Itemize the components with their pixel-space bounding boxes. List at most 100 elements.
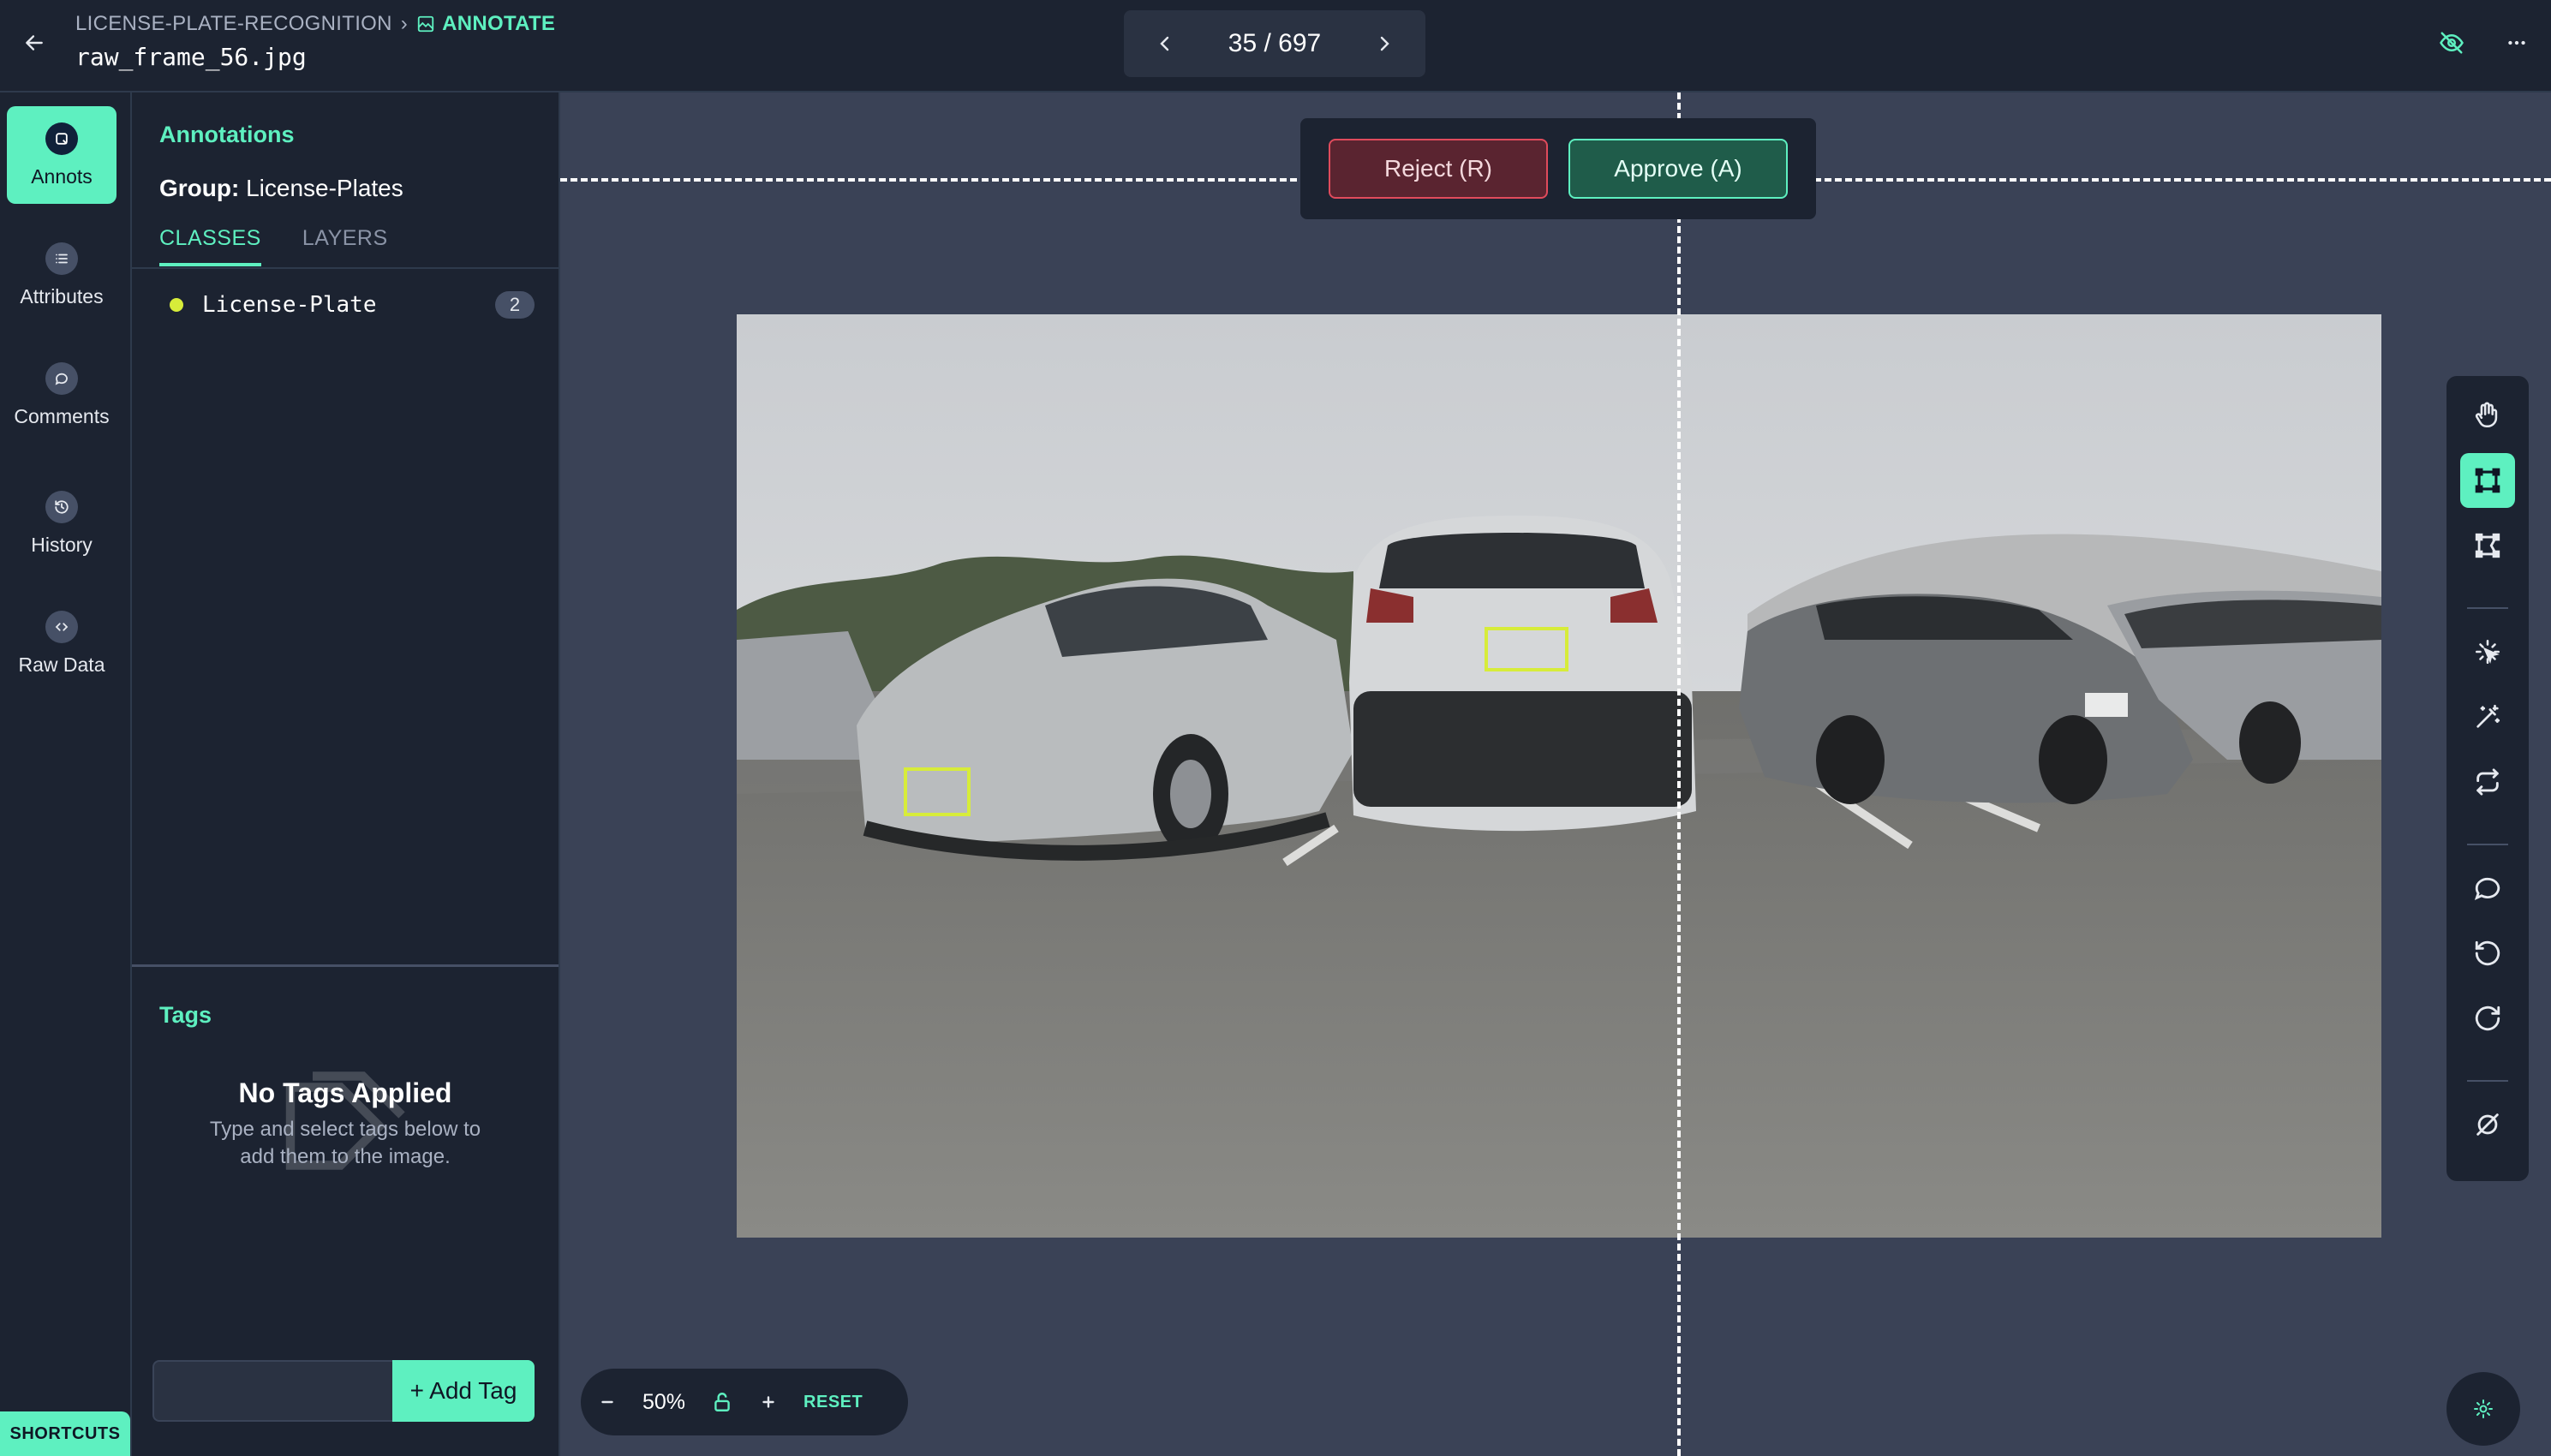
tags-title: Tags	[159, 1002, 212, 1028]
panel-tabs: CLASSES LAYERS	[159, 226, 388, 266]
smart-select-tool[interactable]	[2460, 624, 2515, 679]
zoom-level: 50%	[642, 1389, 686, 1414]
empty-heading: No Tags Applied	[238, 1077, 452, 1108]
nav-item-history[interactable]: History	[7, 474, 116, 572]
shortcuts-button[interactable]: SHORTCUTS	[0, 1411, 130, 1456]
approve-button[interactable]: Approve (A)	[1568, 139, 1788, 199]
empty-text: Type and select tags below to add them t…	[209, 1118, 481, 1168]
bounding-box-tool[interactable]	[2460, 453, 2515, 508]
annotation-canvas[interactable]: Reject (R) Approve (A) 50% RESET	[560, 92, 2551, 1456]
image-viewport[interactable]	[737, 314, 2381, 1238]
divider	[2467, 1080, 2508, 1082]
crosshair-vertical	[1677, 92, 1681, 1456]
annotations-panel: Annotations Group: License-Plates CLASSE…	[132, 92, 560, 1456]
chevron-left-icon	[1160, 36, 1169, 51]
divider	[132, 267, 559, 269]
zoom-in-button[interactable]	[759, 1393, 778, 1411]
tags-empty-state: No Tags Applied Type and select tags bel…	[132, 1071, 559, 1171]
unlock-icon	[714, 1393, 730, 1411]
class-color-dot	[170, 298, 183, 312]
divider	[2467, 844, 2508, 845]
bounding-box-license-plate[interactable]	[1485, 627, 1568, 671]
nav-item-comments[interactable]: Comments	[7, 346, 116, 444]
breadcrumb: LICENSE-PLATE-RECOGNITION › ANNOTATE	[75, 12, 555, 36]
tool-palette	[2446, 376, 2529, 1181]
breadcrumb-mode-label: ANNOTATE	[442, 12, 556, 35]
polygon-tool[interactable]	[2460, 518, 2515, 573]
review-bar: Reject (R) Approve (A)	[1300, 118, 1816, 219]
panel-title: Annotations	[159, 122, 295, 147]
more-horizontal-icon	[2508, 40, 2525, 45]
plus-icon	[762, 1396, 774, 1408]
left-nav: Annots Attributes Comments History Raw D…	[0, 92, 132, 1456]
next-image-button[interactable]	[1367, 27, 1401, 61]
top-right-actions	[2435, 26, 2534, 60]
breadcrumb-mode: ANNOTATE	[416, 12, 555, 36]
nav-item-label: Annots	[31, 164, 93, 188]
nav-item-label: Attributes	[20, 284, 104, 307]
annotate-icon	[417, 15, 434, 33]
class-count-badge: 2	[495, 291, 535, 319]
polygon-box-icon	[2475, 533, 2500, 558]
undo-icon	[2475, 940, 2500, 966]
nav-item-raw-data[interactable]: Raw Data	[7, 594, 116, 692]
settings-button[interactable]	[2446, 1372, 2520, 1446]
nav-item-label: Comments	[14, 404, 110, 427]
back-button[interactable]	[17, 26, 51, 60]
tab-classes[interactable]: CLASSES	[159, 226, 261, 266]
zoom-controls: 50% RESET	[581, 1369, 908, 1435]
zoom-out-button[interactable]	[598, 1393, 617, 1411]
hide-icon	[2476, 1113, 2499, 1136]
divider	[2467, 607, 2508, 609]
annotation-icon	[45, 122, 78, 155]
arrow-left-icon	[26, 35, 43, 51]
parking-lot-photo	[737, 314, 2381, 1238]
undo-button[interactable]	[2460, 926, 2515, 981]
comment-tool[interactable]	[2460, 861, 2515, 916]
redo-icon	[2475, 1005, 2500, 1031]
magic-wand-tool[interactable]	[2460, 689, 2515, 744]
settings-sun-icon	[2474, 1399, 2493, 1418]
redo-button[interactable]	[2460, 991, 2515, 1046]
reject-button[interactable]: Reject (R)	[1329, 139, 1548, 199]
group-label: Group:	[159, 175, 240, 201]
list-icon	[45, 242, 78, 275]
prev-image-button[interactable]	[1148, 27, 1182, 61]
code-icon	[45, 610, 78, 643]
divider	[132, 964, 559, 967]
history-icon	[45, 490, 78, 523]
group-value: License-Plates	[246, 175, 403, 201]
smart-select-icon	[2475, 639, 2500, 665]
file-name: raw_frame_56.jpg	[75, 43, 307, 71]
chevron-right-icon	[1380, 36, 1389, 51]
bounding-box-license-plate[interactable]	[904, 767, 971, 816]
page-counter: 35 / 697	[1228, 29, 1322, 57]
nav-item-attributes[interactable]: Attributes	[7, 226, 116, 324]
add-tag-button[interactable]: + Add Tag	[392, 1360, 535, 1422]
comment-icon	[2474, 877, 2500, 900]
nav-item-annots[interactable]: Annots	[7, 106, 116, 204]
toggle-visibility-button[interactable]	[2435, 26, 2469, 60]
comment-icon	[45, 361, 78, 395]
hide-annotations-tool[interactable]	[2460, 1097, 2515, 1152]
image-pager: 35 / 697	[1124, 10, 1425, 77]
repeat-tool[interactable]	[2460, 755, 2515, 809]
reset-zoom-button[interactable]: RESET	[804, 1393, 863, 1412]
breadcrumb-project[interactable]: LICENSE-PLATE-RECOGNITION	[75, 12, 392, 36]
minus-icon	[601, 1400, 613, 1404]
nav-item-label: History	[31, 533, 93, 556]
lock-zoom-button[interactable]	[711, 1391, 733, 1413]
eye-off-icon	[2440, 32, 2464, 54]
tag-input[interactable]	[152, 1360, 392, 1422]
group-line: Group: License-Plates	[159, 175, 403, 202]
class-row-license-plate[interactable]: License-Plate 2	[166, 288, 535, 322]
chevron-right-icon: ›	[400, 12, 409, 35]
class-name: License-Plate	[202, 292, 377, 318]
repeat-icon	[2476, 768, 2499, 796]
hand-pan-icon	[2475, 402, 2498, 428]
more-options-button[interactable]	[2500, 26, 2534, 60]
magic-wand-icon	[2476, 704, 2500, 728]
hand-pan-tool[interactable]	[2460, 388, 2515, 443]
nav-item-label: Raw Data	[18, 653, 105, 676]
tab-layers[interactable]: LAYERS	[302, 226, 388, 266]
